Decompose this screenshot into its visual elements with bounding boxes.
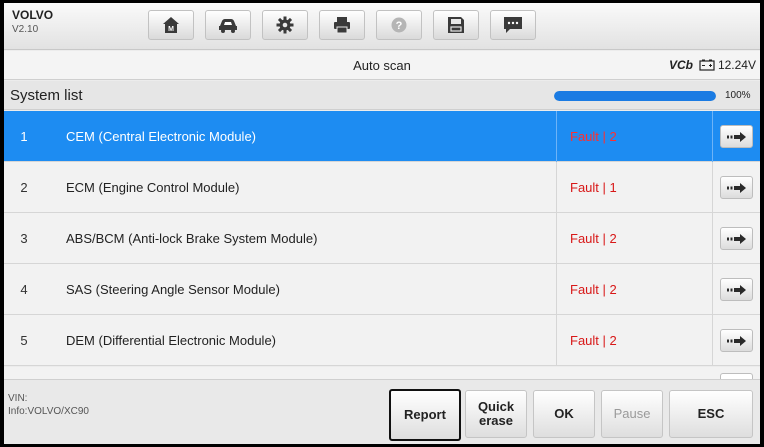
save-button[interactable] (433, 10, 479, 40)
open-system-button[interactable] (720, 227, 753, 250)
list-item[interactable]: 3 ABS/BCM (Anti-lock Brake System Module)… (4, 213, 760, 264)
bottom-bar: VIN: Info:VOLVO/XC90 Report Quick erase O… (4, 379, 760, 444)
message-icon (504, 17, 522, 33)
save-icon (448, 17, 464, 33)
svg-text:?: ? (396, 20, 403, 32)
battery-icon (699, 59, 715, 71)
fault-status: Fault | 1 (570, 180, 617, 195)
print-icon (334, 17, 350, 34)
settings-button[interactable] (262, 10, 308, 40)
system-number: 2 (20, 180, 28, 195)
system-name: SAS (Steering Angle Sensor Module) (66, 282, 280, 297)
vci-status: VCb 12.24V (669, 58, 756, 72)
print-button[interactable] (319, 10, 365, 40)
list-item[interactable]: 4 SAS (Steering Angle Sensor Module) Fault… (4, 264, 760, 315)
list-item[interactable]: 2 ECM (Engine Control Module) Fault | 1 (4, 162, 760, 213)
system-list-title: System list (10, 87, 83, 104)
column-divider (712, 111, 713, 162)
top-toolbar: VOLVO V2.10 M ? (4, 3, 760, 50)
vci-label: VCb (668, 58, 693, 72)
system-number: 3 (20, 231, 28, 246)
list-item[interactable]: 1 CEM (Central Electronic Module) Fault | … (4, 111, 760, 162)
column-divider (556, 111, 557, 162)
open-system-button[interactable] (720, 329, 753, 352)
arrow-right-icon (726, 182, 746, 193)
arrow-right-icon (726, 131, 746, 142)
system-name: ABS/BCM (Anti-lock Brake System Module) (66, 231, 318, 246)
quick-erase-label-1: Quick (477, 399, 515, 414)
app-screen: VOLVO V2.10 M ? Auto scan VCb 12.24V Sys… (4, 3, 760, 444)
software-version: V2.10 (12, 24, 39, 35)
list-item[interactable]: 5 DEM (Differential Electronic Module) Fau… (4, 315, 760, 366)
system-name: CEM (Central Electronic Module) (66, 129, 257, 144)
vehicle-make: VOLVO (12, 8, 54, 22)
svg-text:M: M (168, 26, 174, 33)
report-button[interactable]: Report (389, 389, 461, 441)
column-divider (712, 264, 713, 315)
title-bar: Auto scan VCb 12.24V (4, 51, 760, 80)
column-divider (712, 162, 713, 213)
column-divider (556, 264, 557, 315)
home-icon: M (163, 17, 179, 33)
column-divider (712, 315, 713, 366)
system-number: 1 (20, 129, 28, 144)
message-button[interactable] (490, 10, 536, 40)
open-system-button[interactable] (720, 278, 753, 301)
vehicle-info: VIN: Info:VOLVO/XC90 (8, 392, 89, 418)
help-icon: ? (391, 17, 407, 33)
battery-voltage: 12.24V (717, 58, 756, 72)
esc-button[interactable]: ESC (669, 390, 753, 438)
open-system-button[interactable] (720, 176, 753, 199)
scan-progress-bar (554, 91, 716, 101)
fault-status: Fault | 2 (570, 282, 617, 297)
vehicle-brand: VOLVO V2.10 (12, 9, 53, 35)
system-number: 5 (20, 333, 28, 348)
column-divider (556, 315, 557, 366)
help-button[interactable]: ? (376, 10, 422, 40)
pause-button[interactable]: Pause (601, 390, 663, 438)
vin-label: VIN: (8, 393, 28, 404)
arrow-right-icon (726, 284, 746, 295)
quick-erase-label-2: erase (479, 413, 513, 428)
fault-status: Fault | 2 (570, 231, 617, 246)
scan-progress-fill (554, 91, 716, 101)
column-divider (556, 213, 557, 264)
arrow-right-icon (726, 335, 746, 346)
car-icon (219, 19, 237, 33)
quick-erase-button[interactable]: Quick erase (465, 390, 527, 438)
ok-button[interactable]: OK (533, 390, 595, 438)
column-divider (556, 162, 557, 213)
system-number: 4 (20, 282, 28, 297)
vehicle-button[interactable] (205, 10, 251, 40)
list-item-partial (4, 367, 760, 381)
gear-icon (276, 16, 294, 34)
fault-status: Fault | 2 (570, 333, 617, 348)
arrow-right-icon (726, 233, 746, 244)
system-name: ECM (Engine Control Module) (66, 180, 240, 195)
system-list-header: System list 100% (4, 81, 760, 110)
vehicle-info-text: Info:VOLVO/XC90 (8, 406, 89, 417)
open-system-button[interactable] (720, 125, 753, 148)
fault-status: Fault | 2 (570, 129, 617, 144)
column-divider (712, 213, 713, 264)
home-button[interactable]: M (148, 10, 194, 40)
system-name: DEM (Differential Electronic Module) (66, 333, 276, 348)
page-title: Auto scan (353, 58, 411, 73)
scan-progress-percent: 100% (725, 90, 751, 101)
